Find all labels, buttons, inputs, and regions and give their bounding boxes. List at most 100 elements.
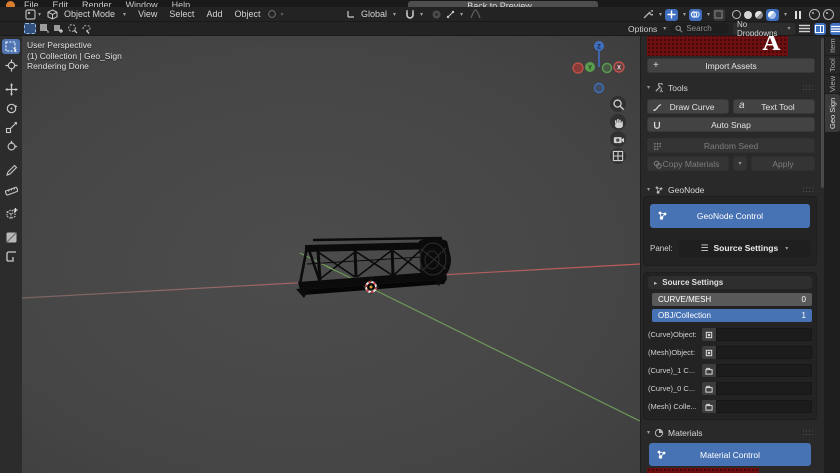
menu-select[interactable]: Select: [163, 7, 200, 21]
curve-1-collection-field[interactable]: [716, 364, 812, 377]
shading-material-icon[interactable]: [755, 11, 763, 19]
pivot-chevron-icon[interactable]: ▾: [280, 11, 283, 18]
mesh-object-field[interactable]: [716, 346, 812, 359]
menu-edit[interactable]: Edit: [53, 0, 69, 7]
menu-help[interactable]: Help: [172, 0, 191, 7]
options-chevron-icon[interactable]: ▾: [663, 25, 666, 32]
geonode-section-header[interactable]: ▾ GeoNode ::::: [645, 183, 815, 196]
object-picker-icon[interactable]: [702, 328, 716, 341]
mode-selector[interactable]: Object Mode: [58, 7, 121, 21]
tool-move[interactable]: [2, 82, 20, 97]
apply-button[interactable]: Apply: [751, 156, 815, 171]
orientation-selector[interactable]: Global: [359, 7, 389, 21]
collection-picker-icon[interactable]: [702, 400, 716, 413]
select-box-icon[interactable]: [38, 23, 50, 35]
geonode-collapse-icon[interactable]: ▾: [647, 186, 650, 193]
panel-grip-icon[interactable]: ::::: [802, 428, 815, 437]
display-rows-icon[interactable]: [830, 23, 840, 35]
tab-tool[interactable]: Tool: [825, 56, 840, 74]
mode-chevron-icon[interactable]: ▾: [123, 11, 126, 18]
curve-object-field[interactable]: [716, 328, 812, 341]
search-input[interactable]: Search: [670, 23, 729, 34]
overlays-chevron-icon[interactable]: ▾: [707, 11, 710, 18]
tool-rotate[interactable]: [2, 101, 20, 116]
menu-object[interactable]: Object: [228, 7, 266, 21]
tool-add-primitive[interactable]: [2, 206, 20, 221]
menu-add[interactable]: Add: [200, 7, 228, 21]
display-panel-icon[interactable]: [814, 23, 826, 35]
tool-measure[interactable]: [2, 182, 20, 197]
tools-chevron-icon[interactable]: ▾: [659, 11, 662, 18]
menu-view[interactable]: View: [132, 7, 163, 21]
toggle-ortho-button[interactable]: [610, 148, 626, 164]
object-picker-icon[interactable]: [702, 346, 716, 359]
pan-button[interactable]: [610, 114, 626, 130]
source-settings-header[interactable]: ▸ Source Settings: [648, 276, 812, 289]
orientation-chevron-icon[interactable]: ▾: [393, 11, 396, 18]
collection-picker-icon[interactable]: [702, 382, 716, 395]
curve-mesh-slider[interactable]: CURVE/MESH 0: [652, 293, 812, 306]
tab-item[interactable]: Item: [825, 37, 840, 55]
obj-collection-slider[interactable]: OBJ/Collection 1: [652, 309, 812, 322]
display-list-icon[interactable]: [799, 23, 810, 35]
active-tools-icon[interactable]: [642, 9, 654, 21]
zoom-button[interactable]: [610, 96, 626, 112]
shading-solid-icon[interactable]: [744, 11, 752, 19]
auto-snap-button[interactable]: Auto Snap: [647, 117, 815, 132]
navigation-gizmo[interactable]: Z Y X: [562, 38, 632, 102]
viewport-3d[interactable]: User Perspective (1) Collection | Geo_Si…: [22, 36, 640, 473]
select-lasso-icon[interactable]: [80, 23, 92, 35]
shading-chevron-icon[interactable]: ▾: [784, 11, 787, 18]
snap-chevron-icon[interactable]: ▾: [420, 11, 423, 18]
pause-icon[interactable]: [795, 11, 801, 19]
camera-view-button[interactable]: [610, 131, 626, 147]
materials-section-header[interactable]: ▾ Materials ::::: [645, 426, 815, 439]
geonode-control-button[interactable]: GeoNode Control: [650, 204, 810, 228]
curve-0-collection-field[interactable]: [716, 382, 812, 395]
xray-toggle-icon[interactable]: [713, 9, 725, 21]
gizmos-chevron-icon[interactable]: ▾: [683, 11, 686, 18]
tool-select-box[interactable]: [2, 39, 20, 54]
select-tweak-icon[interactable]: [24, 23, 36, 34]
tool-transform[interactable]: [2, 139, 20, 154]
editor-type-icon[interactable]: [24, 8, 36, 20]
panel-grip-icon[interactable]: ::::: [802, 185, 815, 194]
menu-render[interactable]: Render: [82, 0, 112, 7]
options-dropdown[interactable]: Options: [628, 24, 657, 34]
dropdown-filter[interactable]: No Dropdowns ▾: [733, 23, 795, 35]
random-seed-button[interactable]: Random Seed: [647, 138, 815, 153]
render-region-icon[interactable]: [809, 9, 820, 20]
menu-file[interactable]: File: [24, 0, 39, 7]
gizmos-toggle-icon[interactable]: [665, 9, 678, 21]
proportional-chevron-icon[interactable]: ▾: [460, 11, 463, 18]
transform-pivot-icon[interactable]: [266, 8, 278, 20]
snap-magnet-icon[interactable]: [404, 8, 416, 20]
apply-options-toggle[interactable]: ▾: [733, 156, 747, 171]
tool-shade[interactable]: [2, 230, 20, 245]
draw-curve-button[interactable]: Draw Curve: [647, 99, 729, 114]
material-control-button[interactable]: Material Control: [649, 443, 811, 466]
tool-corner[interactable]: [2, 249, 20, 264]
menu-window[interactable]: Window: [126, 0, 158, 7]
editor-type-chevron-icon[interactable]: ▾: [38, 11, 41, 18]
mesh-collection-field[interactable]: [716, 400, 812, 413]
tools-collapse-icon[interactable]: ▾: [647, 84, 650, 91]
select-circle-icon[interactable]: [66, 23, 78, 35]
tool-cursor[interactable]: [2, 58, 20, 73]
falloff-curve-icon[interactable]: [469, 8, 481, 20]
select-extend-icon[interactable]: [52, 23, 64, 35]
collection-picker-icon[interactable]: [702, 364, 716, 377]
copy-materials-button[interactable]: Copy Materials: [647, 156, 729, 171]
tool-scale[interactable]: [2, 120, 20, 135]
tool-annotate[interactable]: [2, 163, 20, 178]
render-border-icon[interactable]: [823, 9, 834, 20]
import-assets-button[interactable]: + Import Assets: [647, 58, 815, 73]
shading-wireframe-icon[interactable]: [732, 10, 741, 19]
overlays-toggle-icon[interactable]: [689, 9, 702, 21]
proportional-connected-icon[interactable]: [444, 8, 456, 20]
tab-view[interactable]: View: [825, 75, 840, 93]
tab-geo-sign[interactable]: Geo Sign: [825, 94, 840, 132]
tools-section-header[interactable]: ▾ Tools ::::: [645, 81, 815, 94]
text-tool-button[interactable]: a Text Tool: [733, 99, 815, 114]
proportional-editing-icon[interactable]: [430, 8, 442, 20]
